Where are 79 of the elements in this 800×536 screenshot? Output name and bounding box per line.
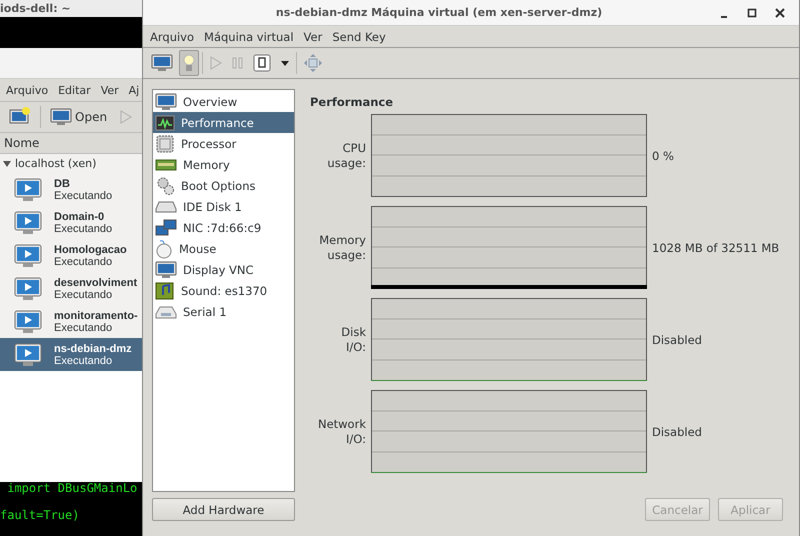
hardware-item[interactable]: Display VNC xyxy=(153,259,294,280)
vm-name: Homologacao xyxy=(54,244,127,256)
vm-name: monitoramento- xyxy=(54,310,138,322)
vm-name: ns-debian-dmz xyxy=(54,342,132,354)
power-icon xyxy=(253,54,271,72)
move-arrows-icon xyxy=(303,53,323,73)
add-hardware-button[interactable]: Add Hardware xyxy=(152,498,295,521)
vm-running-icon xyxy=(14,310,42,334)
graph-label: CPU usage: xyxy=(326,140,366,170)
lightbulb-icon xyxy=(182,53,196,73)
menu-item[interactable]: Ver xyxy=(298,30,328,44)
hardware-item[interactable]: Boot Options xyxy=(153,175,294,196)
hardware-item[interactable]: Memory xyxy=(153,154,294,175)
vm-row[interactable]: Homologacao Executando xyxy=(0,239,142,272)
vm-running-icon xyxy=(14,342,42,366)
terminal-line: import DBusGMainLo xyxy=(6,480,138,497)
vm-name: desenvolviment xyxy=(54,276,138,288)
vm-name: Domain-0 xyxy=(54,210,106,222)
vm-row[interactable]: ns-debian-dmz Executando xyxy=(0,338,142,371)
pause-icon xyxy=(232,56,244,70)
monitor-icon xyxy=(155,260,177,278)
vm-status: Executando xyxy=(54,222,112,234)
mouse-icon xyxy=(155,238,173,258)
memory-module-icon xyxy=(155,158,177,170)
menu-item[interactable]: Send Key xyxy=(327,30,391,44)
vm-status: Executando xyxy=(54,190,112,202)
menu-item[interactable]: Arquivo xyxy=(2,84,52,96)
menu-item[interactable]: Ver xyxy=(96,84,123,96)
vm-running-icon xyxy=(14,178,42,202)
window-title: ns-debian-dmz Máquina virtual (em xen-server-dmz) xyxy=(274,6,604,19)
menu-item[interactable]: Aj xyxy=(124,84,142,96)
menu-item[interactable]: Máquina virtual xyxy=(199,30,299,44)
vm-running-icon xyxy=(14,276,42,300)
play-icon xyxy=(119,109,134,125)
graph-reading: 0 % xyxy=(652,148,675,162)
vm-status: Executando xyxy=(54,288,114,300)
hardware-item[interactable]: Performance xyxy=(153,112,294,133)
vm-running-icon xyxy=(14,210,42,234)
menu-item[interactable]: Editar xyxy=(54,84,95,96)
caret-icon xyxy=(280,59,290,67)
host-label[interactable]: localhost (xen) xyxy=(15,157,96,170)
network-icon xyxy=(155,218,177,236)
sound-card-icon xyxy=(155,280,175,300)
vm-status: Executando xyxy=(54,256,114,268)
monitor-icon xyxy=(50,108,72,126)
graph-label: Network I/O: xyxy=(316,416,366,446)
vm-row[interactable]: desenvolviment Executando xyxy=(0,272,142,305)
menu-item[interactable]: Arquivo xyxy=(145,30,200,44)
play-icon xyxy=(209,55,223,71)
terminal-line: fault=True) xyxy=(0,507,80,524)
open-button[interactable]: Open xyxy=(47,105,110,129)
gears-icon xyxy=(155,176,175,196)
hardware-item[interactable]: NIC :7d:66:c9 xyxy=(153,217,294,238)
graph-reading: 1028 MB of 32511 MB xyxy=(652,240,780,254)
graph-reading: Disabled xyxy=(652,332,703,346)
serial-port-icon xyxy=(155,304,177,320)
monitor-icon xyxy=(151,54,173,72)
vm-running-icon xyxy=(14,244,42,268)
vm-row[interactable]: DB Executando xyxy=(0,173,142,206)
graph-reading: Disabled xyxy=(652,424,703,438)
graph-label: Disk I/O: xyxy=(340,324,366,354)
expander-icon[interactable] xyxy=(3,160,11,168)
section-title: Performance xyxy=(310,95,394,109)
hardware-item[interactable]: Serial 1 xyxy=(153,301,294,322)
hardware-item[interactable]: Mouse xyxy=(153,238,294,259)
vm-row[interactable]: Domain-0 Executando xyxy=(0,206,142,239)
hardware-item[interactable]: IDE Disk 1 xyxy=(153,196,294,217)
chip-icon xyxy=(155,134,175,152)
graph-label: Memory usage: xyxy=(318,232,366,262)
vm-status: Executando xyxy=(54,322,114,334)
graph-icon xyxy=(155,114,175,130)
monitor-icon xyxy=(155,92,177,110)
hardware-item[interactable]: Overview xyxy=(153,91,294,112)
vm-row[interactable]: monitoramento- Executando xyxy=(0,305,142,338)
terminal-title: iods-dell: ~ xyxy=(0,0,142,17)
hardware-item[interactable]: Processor xyxy=(153,133,294,154)
vm-status: Executando xyxy=(54,354,114,366)
vm-name: DB xyxy=(54,178,71,190)
hardware-item[interactable]: Sound: es1370 xyxy=(153,280,294,301)
